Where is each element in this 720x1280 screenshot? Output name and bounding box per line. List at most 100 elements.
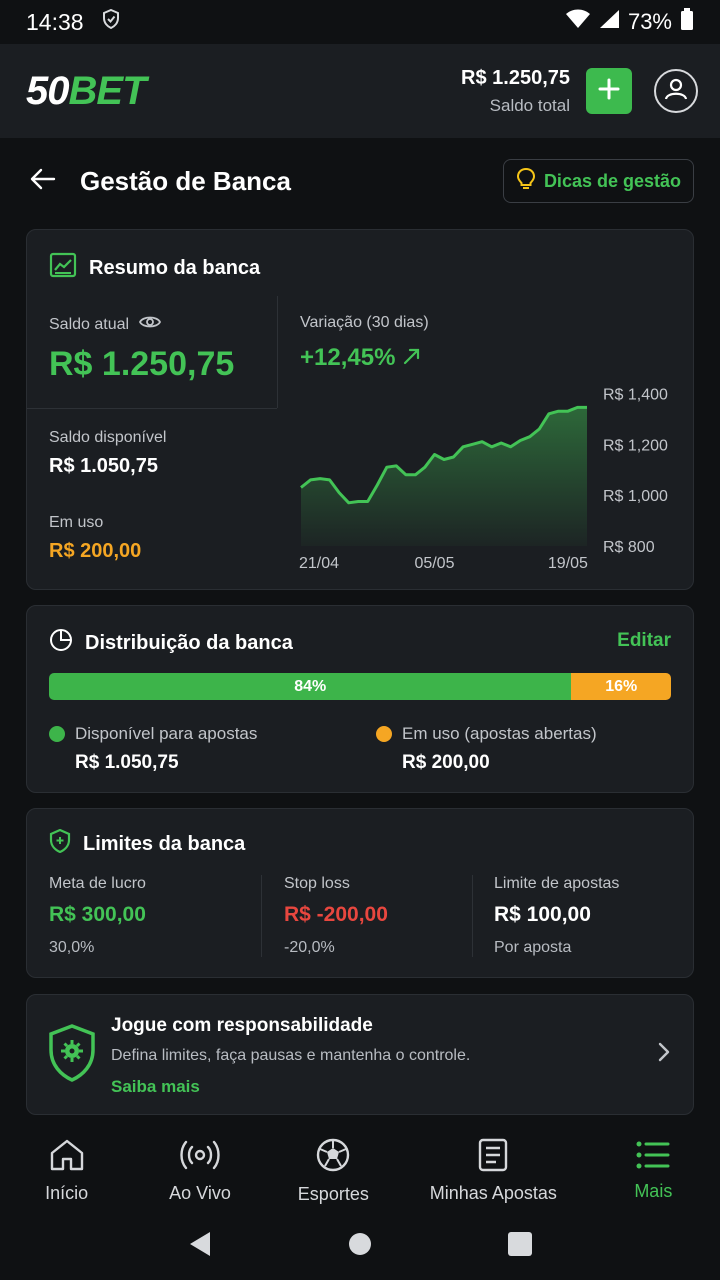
legend-in-use-value: R$ 200,00 xyxy=(402,752,490,773)
nav-home-label: Início xyxy=(45,1183,89,1203)
summary-title: Resumo da banca xyxy=(89,256,261,279)
green-dot xyxy=(49,726,65,742)
nav-sports-label: Esportes xyxy=(297,1184,369,1204)
stop-loss: Stop loss R$ -200,00 -20,0% xyxy=(284,875,388,957)
responsible-desc: Defina limites, faça pausas e mantenha o… xyxy=(111,1047,471,1064)
home-icon xyxy=(49,1138,85,1177)
bottom-navigation: Início Ao Vivo Esportes Minhas Apostas M… xyxy=(0,1130,720,1212)
available-segment: 84% xyxy=(49,673,572,700)
summary-header: Resumo da banca xyxy=(49,252,260,284)
legend-available: Disponível para apostas R$ 1.050,75 xyxy=(49,724,257,774)
limits-divider-1 xyxy=(261,875,262,957)
logo-word: BET xyxy=(68,68,147,113)
soccer-ball-icon xyxy=(315,1137,351,1178)
status-time: 14:38 xyxy=(26,8,84,35)
system-home-button[interactable] xyxy=(347,1231,373,1262)
stop-loss-value: R$ -200,00 xyxy=(284,903,388,926)
plus-icon xyxy=(598,78,620,105)
edit-distribution-link[interactable]: Editar xyxy=(617,630,671,652)
total-balance-value: R$ 1.250,75 xyxy=(461,66,570,89)
wifi-icon xyxy=(565,9,590,35)
pie-chart-icon xyxy=(49,628,73,658)
brand-logo[interactable]: 50BET xyxy=(26,68,147,114)
chevron-right-icon[interactable] xyxy=(657,1041,671,1068)
menu-icon xyxy=(636,1140,670,1175)
chart-icon xyxy=(49,252,77,284)
available-balance-value: R$ 1.050,75 xyxy=(49,455,158,477)
total-balance-label: Saldo total xyxy=(489,95,570,115)
profit-target-label: Meta de lucro xyxy=(49,875,146,892)
system-back-button[interactable] xyxy=(187,1230,213,1263)
tips-label: Dicas de gestão xyxy=(543,170,681,191)
bank-distribution-card: Distribuição da banca Editar 84% 16% Dis… xyxy=(26,605,694,793)
bet-limit-sub: Por aposta xyxy=(494,939,572,956)
profit-target-pct: 30,0% xyxy=(49,939,95,956)
orange-dot xyxy=(376,726,392,742)
responsible-text: Jogue com responsabilidade Defina limite… xyxy=(111,1015,470,1097)
shield-gear-icon xyxy=(47,1023,97,1088)
y-tick-label: R$ 800 xyxy=(603,539,655,556)
nav-my-bets[interactable]: Minhas Apostas xyxy=(400,1130,587,1212)
app-header: 50BET R$ 1.250,75 Saldo total xyxy=(0,44,720,138)
header-balance[interactable]: R$ 1.250,75 Saldo total xyxy=(461,67,570,116)
y-tick-label: R$ 1,400 xyxy=(603,386,668,403)
page-title-row: Gestão de Banca Dicas de gestão xyxy=(0,158,720,204)
current-balance-label-row: Saldo atual xyxy=(49,314,234,335)
in-use-value: R$ 200,00 xyxy=(49,540,142,562)
distribution-title: Distribuição da banca xyxy=(85,631,293,654)
receipt-icon xyxy=(477,1138,509,1177)
bank-summary-card: Resumo da banca Saldo atual R$ 1.250,75 … xyxy=(26,229,694,590)
bet-limit-label: Limite de apostas xyxy=(494,875,620,892)
profit-target: Meta de lucro R$ 300,00 30,0% xyxy=(49,875,146,957)
legend-in-use: Em uso (apostas abertas) R$ 200,00 xyxy=(376,724,597,774)
variation-label: Variação (30 dias) xyxy=(300,314,429,331)
in-use-segment: 16% xyxy=(571,673,671,700)
nav-more[interactable]: Mais xyxy=(587,1130,720,1212)
battery-percent: 73% xyxy=(627,9,672,34)
limits-header: Limites da banca xyxy=(49,828,246,859)
deposit-button[interactable] xyxy=(586,68,632,114)
in-use-label: Em uso xyxy=(49,514,104,531)
tips-button[interactable]: Dicas de gestão xyxy=(502,159,694,203)
x-tick-label: 05/05 xyxy=(414,555,454,572)
status-bar: 14:38 73% xyxy=(0,0,720,44)
profile-button[interactable] xyxy=(654,69,698,113)
logo-number: 50 xyxy=(26,68,69,113)
nav-my-bets-label: Minhas Apostas xyxy=(429,1183,557,1203)
nav-home[interactable]: Início xyxy=(0,1130,133,1212)
limits-divider-2 xyxy=(472,875,473,957)
page-title: Gestão de Banca xyxy=(80,165,291,196)
learn-more-link[interactable]: Saiba mais xyxy=(111,1077,470,1097)
responsible-gaming-card[interactable]: Jogue com responsabilidade Defina limite… xyxy=(26,994,694,1115)
shield-status-icon xyxy=(102,8,120,35)
summary-divider-vertical xyxy=(277,296,278,408)
battery-icon xyxy=(680,8,694,36)
limits-title: Limites da banca xyxy=(83,832,246,855)
current-balance-label: Saldo atual xyxy=(49,315,130,333)
stop-loss-label: Stop loss xyxy=(284,875,350,892)
live-icon xyxy=(180,1138,220,1177)
eye-icon[interactable] xyxy=(139,314,162,335)
user-icon xyxy=(663,76,689,107)
available-balance-label: Saldo disponível xyxy=(49,429,167,446)
variation-block: Variação (30 dias) +12,45% xyxy=(300,314,429,372)
bank-limits-card[interactable]: Limites da banca Meta de lucro R$ 300,00… xyxy=(26,808,694,978)
nav-live[interactable]: Ao Vivo xyxy=(133,1130,266,1212)
back-arrow-icon[interactable] xyxy=(30,168,56,195)
nav-sports[interactable]: Esportes xyxy=(267,1130,400,1212)
stop-loss-pct: -20,0% xyxy=(284,939,335,956)
system-recents-button[interactable] xyxy=(507,1231,533,1262)
balance-chart: R$ 1,400 R$ 1,200 R$ 1,000 R$ 800 21/04 05/05… xyxy=(299,386,668,572)
distribution-header: Distribuição da banca xyxy=(49,628,293,658)
lightbulb-icon xyxy=(516,167,536,196)
bet-limit-value: R$ 100,00 xyxy=(494,903,591,926)
signal-icon xyxy=(598,9,620,35)
summary-balances: Saldo atual R$ 1.250,75 Saldo disponível… xyxy=(49,314,234,563)
nav-live-label: Ao Vivo xyxy=(169,1183,231,1203)
current-balance-value: R$ 1.250,75 xyxy=(49,345,235,383)
y-tick-label: R$ 1,000 xyxy=(603,488,668,505)
chart-area xyxy=(301,407,587,546)
profit-target-value: R$ 300,00 xyxy=(49,903,146,926)
y-tick-label: R$ 1,200 xyxy=(603,437,668,454)
distribution-bar: 84% 16% xyxy=(49,673,671,700)
